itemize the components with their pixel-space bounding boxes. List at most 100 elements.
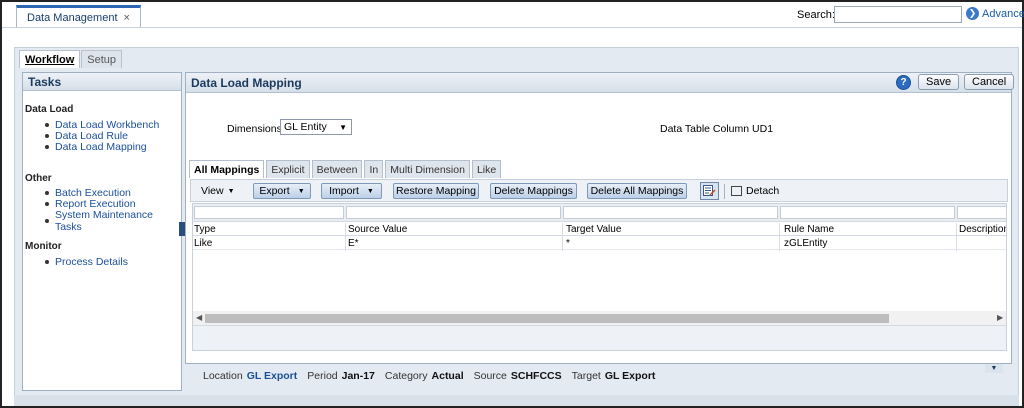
- cell-type: Like: [194, 238, 213, 249]
- filter-input-rule-name[interactable]: [780, 206, 955, 219]
- delete-all-mappings-button[interactable]: Delete All Mappings: [587, 183, 687, 199]
- bullet-icon: [45, 123, 49, 127]
- tab-data-management[interactable]: Data Management ×: [16, 5, 141, 27]
- filter-input-description[interactable]: [957, 206, 1006, 219]
- edit-grid-icon[interactable]: [700, 182, 719, 200]
- bullet-icon: [45, 219, 49, 223]
- panel-header: Data Load Mapping ? Save Cancel: [186, 73, 1015, 93]
- tab-like[interactable]: Like: [471, 160, 502, 178]
- tab-explicit[interactable]: Explicit: [266, 160, 310, 178]
- pov-source-value: SCHFCCS: [510, 370, 562, 382]
- chevron-down-icon: ▼: [297, 187, 305, 195]
- import-label: Import: [329, 185, 359, 197]
- task-link-label: Data Load Mapping: [55, 141, 147, 153]
- bullet-icon: [45, 202, 49, 206]
- spacer: [2, 29, 1022, 47]
- task-group-monitor: Monitor: [25, 241, 62, 252]
- scroll-right-icon[interactable]: ▶: [997, 313, 1003, 322]
- cell-target-value: *: [566, 238, 570, 249]
- task-link-data-load-mapping[interactable]: Data Load Mapping: [45, 141, 147, 153]
- pov-category-label: Category: [384, 370, 428, 382]
- save-button[interactable]: Save: [918, 74, 960, 90]
- column-header-source-value[interactable]: Source Value: [348, 224, 407, 235]
- advanced-label: Advanced: [982, 7, 1024, 20]
- data-load-mapping-panel: Data Load Mapping ? Save Cancel Dimensio…: [185, 72, 1015, 364]
- search-label: Search:: [797, 9, 835, 21]
- dimensions-value: GL Entity: [284, 121, 327, 133]
- task-link-label: System Maintenance Tasks: [54, 209, 154, 233]
- advanced-search-link[interactable]: ❯ Advanced: [966, 7, 1024, 20]
- expand-icon[interactable]: ▼: [985, 364, 1003, 373]
- grid-footer: [193, 325, 1006, 350]
- dimensions-select[interactable]: GL Entity ▼: [280, 119, 352, 135]
- mapping-tabs: All Mappings Explicit Between In Multi D…: [189, 160, 503, 178]
- toolbar-divider: [724, 184, 725, 199]
- task-group-data-load: Data Load: [25, 104, 74, 115]
- cell-source-value: E*: [348, 238, 359, 249]
- column-header-target-value[interactable]: Target Value: [566, 224, 621, 235]
- dimensions-label: Dimensions: [227, 123, 282, 135]
- column-header-description[interactable]: Description: [959, 224, 1006, 235]
- pov-source-label: Source: [473, 370, 507, 382]
- column-divider: [345, 223, 346, 251]
- tab-workflow[interactable]: Workflow: [19, 50, 81, 68]
- close-icon[interactable]: ×: [124, 12, 130, 24]
- mappings-grid: Type Source Value Target Value Rule Name…: [192, 203, 1007, 351]
- column-header-type[interactable]: Type: [194, 224, 216, 235]
- data-table-column-value: UD1: [752, 123, 774, 135]
- data-table-column: Data Table Column UD1: [660, 123, 773, 135]
- search-input[interactable]: [834, 6, 962, 23]
- pov-period-value[interactable]: Jan-17: [342, 370, 375, 382]
- column-divider: [779, 223, 780, 251]
- scrollbar-thumb[interactable]: [205, 314, 889, 323]
- column-divider: [956, 223, 957, 251]
- chevron-right-icon: ❯: [966, 7, 979, 20]
- task-link-label: Process Details: [55, 256, 128, 268]
- detach-label: Detach: [746, 185, 780, 197]
- filter-input-type[interactable]: [194, 206, 344, 219]
- tab-between[interactable]: Between: [311, 160, 363, 178]
- bullet-icon: [45, 260, 49, 264]
- data-table-column-label: Data Table Column: [660, 123, 750, 135]
- import-button[interactable]: Import ▼: [321, 183, 382, 199]
- workflow-tabs: Workflow Setup: [19, 50, 123, 68]
- mapping-toolbar: View ▼ Export ▼ Import ▼ Restore Mapping D…: [190, 179, 1008, 202]
- tasks-title: Tasks: [23, 73, 181, 91]
- horizontal-scrollbar[interactable]: ◀ ▶: [193, 311, 1006, 325]
- detach-button[interactable]: Detach: [731, 185, 779, 197]
- pov-target-label: Target: [571, 370, 601, 382]
- task-link-process-details[interactable]: Process Details: [45, 256, 128, 268]
- pov-period-label: Period: [307, 370, 338, 382]
- help-icon[interactable]: ?: [896, 75, 911, 90]
- tab-in[interactable]: In: [364, 160, 384, 178]
- detach-icon: [731, 186, 742, 196]
- scroll-left-icon[interactable]: ◀: [196, 313, 202, 322]
- dropdown-arrow-icon: ▼: [339, 122, 347, 132]
- bottom-strip: [14, 395, 1019, 406]
- view-label: View: [201, 185, 224, 197]
- column-divider: [562, 223, 563, 251]
- restore-mapping-button[interactable]: Restore Mapping: [393, 183, 479, 199]
- pov-location-label: Location: [203, 370, 243, 382]
- pov-bar: Location GL Export Period Jan-17 Categor…: [203, 370, 661, 382]
- pov-category-value[interactable]: Actual: [432, 370, 464, 382]
- pov-location-value[interactable]: GL Export: [247, 370, 298, 382]
- filter-row: [193, 204, 1006, 222]
- column-header-rule-name[interactable]: Rule Name: [784, 224, 834, 235]
- cancel-button[interactable]: Cancel: [964, 74, 1015, 90]
- cell-rule-name: zGLEntity: [784, 238, 828, 249]
- tasks-pane: Tasks Data Load Data Load Workbench Data…: [22, 72, 182, 391]
- tab-setup[interactable]: Setup: [81, 50, 123, 68]
- task-link-system-maintenance[interactable]: System Maintenance Tasks: [45, 209, 181, 233]
- tab-all-mappings[interactable]: All Mappings: [189, 160, 265, 178]
- filter-input-source-value[interactable]: [346, 206, 561, 219]
- table-row[interactable]: Like E* * zGLEntity: [193, 237, 1006, 250]
- filter-input-target-value[interactable]: [563, 206, 778, 219]
- delete-mappings-button[interactable]: Delete Mappings: [490, 183, 577, 199]
- view-menu[interactable]: View ▼: [201, 185, 235, 197]
- chevron-down-icon: ▼: [366, 187, 374, 195]
- export-label: Export: [259, 185, 290, 197]
- bullet-icon: [45, 145, 49, 149]
- tab-multi-dimension[interactable]: Multi Dimension: [385, 160, 470, 178]
- export-button[interactable]: Export ▼: [253, 183, 311, 199]
